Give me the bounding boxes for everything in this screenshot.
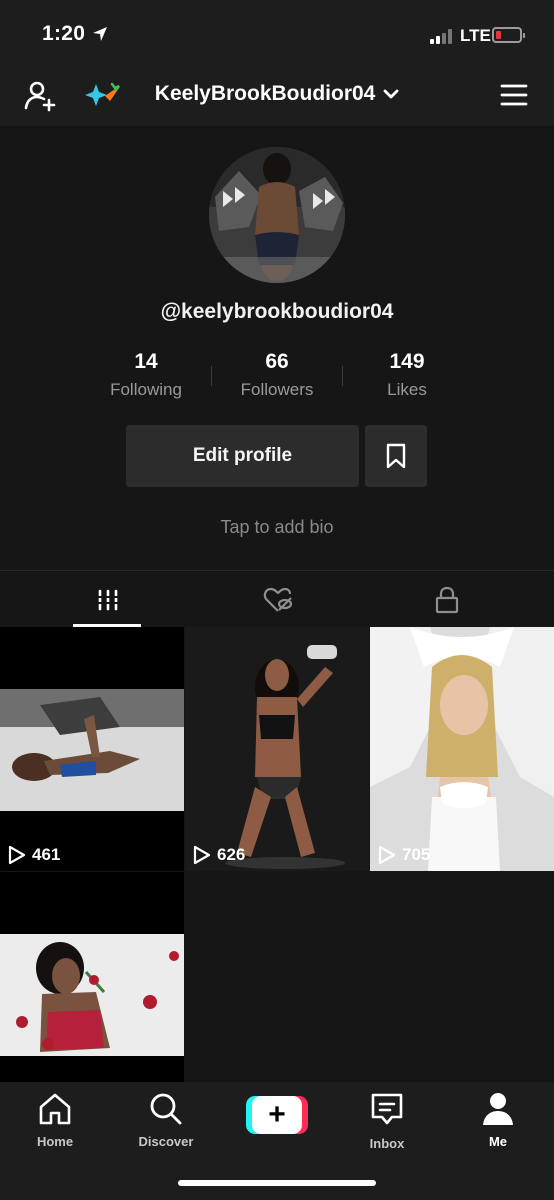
menu-icon[interactable]: [500, 84, 528, 106]
network-type: LTE: [460, 26, 491, 45]
profile-handle: @keelybrookboudior04: [160, 300, 394, 323]
status-time: 1:20: [42, 22, 86, 45]
status-bar: 1:20 LTE: [0, 0, 554, 72]
view-count-text: 626: [217, 845, 246, 864]
stat-divider: [211, 366, 212, 386]
home-indicator[interactable]: [178, 1180, 376, 1186]
nav-home-label: Home: [36, 1134, 74, 1149]
username-switcher[interactable]: KeelyBrookBoudior04: [0, 82, 554, 106]
nav-home[interactable]: Home: [10, 1092, 100, 1149]
profile-icon: [483, 1093, 513, 1125]
nav-me-label: Me: [488, 1134, 508, 1149]
view-count: 461: [8, 845, 60, 865]
nav-inbox[interactable]: Inbox: [342, 1092, 432, 1151]
username-text: KeelyBrookBoudior04: [154, 82, 376, 105]
following-stat[interactable]: 14 Following: [86, 350, 206, 400]
view-count-text: 705: [402, 845, 431, 864]
profile-header: KeelyBrookBoudior04: [0, 72, 554, 126]
search-icon: [150, 1093, 182, 1125]
view-count: 705: [378, 845, 430, 865]
video-grid: 461 626 705: [0, 627, 554, 1082]
nav-discover-label: Discover: [138, 1134, 194, 1149]
video-thumbnail[interactable]: 626: [185, 627, 369, 871]
view-count-text: 461: [32, 845, 61, 864]
video-thumbnail[interactable]: 461: [0, 627, 184, 871]
following-count: 14: [134, 350, 158, 373]
home-icon: [39, 1093, 71, 1125]
edit-profile-button[interactable]: Edit profile: [126, 425, 359, 487]
video-thumbnail[interactable]: 705: [370, 627, 554, 871]
grid-icon: [95, 589, 120, 610]
tab-private[interactable]: [354, 571, 539, 628]
likes-label: Likes: [387, 380, 427, 399]
nav-inbox-label: Inbox: [369, 1136, 405, 1151]
location-arrow-icon: [93, 27, 107, 41]
nav-discover[interactable]: Discover: [121, 1092, 211, 1149]
liked-hidden-icon: [263, 587, 292, 612]
profile-tabs: [0, 570, 554, 627]
likes-count: 149: [389, 350, 425, 373]
followers-stat[interactable]: 66 Followers: [217, 350, 337, 400]
play-icon: [193, 845, 211, 865]
nav-me[interactable]: Me: [453, 1092, 543, 1149]
create-video-button[interactable]: +: [246, 1096, 308, 1134]
play-icon: [8, 845, 26, 865]
battery-icon: [492, 27, 525, 43]
chevron-down-icon: [383, 90, 399, 99]
view-count: 626: [193, 845, 245, 865]
video-thumbnail[interactable]: [0, 872, 184, 1082]
add-bio-prompt[interactable]: Tap to add bio: [0, 517, 554, 538]
profile-section: @keelybrookboudior04 14 Following 66 Fol…: [0, 126, 554, 570]
tab-videos[interactable]: [15, 571, 200, 628]
favorites-button[interactable]: [365, 425, 427, 487]
plus-icon: +: [252, 1096, 302, 1134]
signal-icon: [430, 28, 454, 44]
play-icon: [378, 845, 396, 865]
following-label: Following: [110, 380, 182, 399]
likes-stat[interactable]: 149 Likes: [347, 350, 467, 400]
avatar[interactable]: [209, 147, 345, 283]
inbox-icon: [371, 1093, 403, 1125]
followers-count: 66: [265, 350, 289, 373]
bookmark-icon: [386, 443, 406, 469]
tab-liked[interactable]: [185, 571, 370, 628]
stat-divider: [342, 366, 343, 386]
lock-icon: [435, 586, 458, 613]
followers-label: Followers: [240, 380, 314, 399]
